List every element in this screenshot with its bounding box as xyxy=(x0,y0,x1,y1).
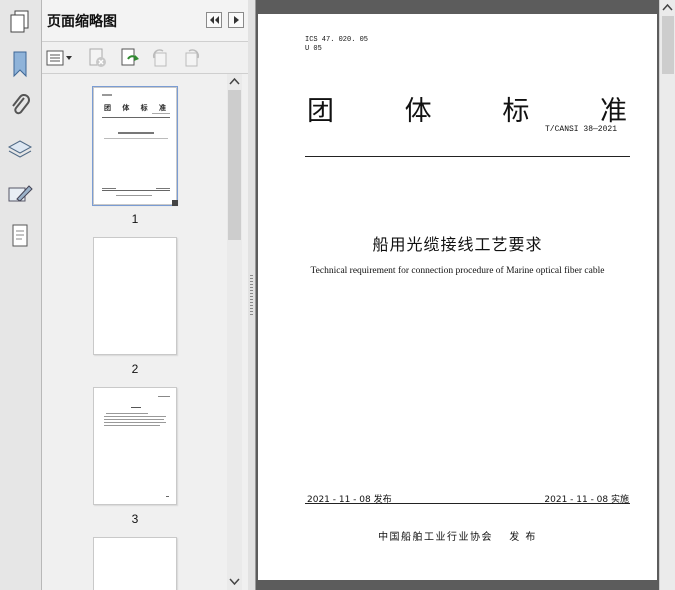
signatures-icon[interactable] xyxy=(4,178,36,210)
rotate-right-icon xyxy=(185,49,200,67)
ics-code: ICS 47. 020. 05 xyxy=(305,36,369,44)
thumbnail-label-3: 3 xyxy=(131,512,139,526)
next-panel-button[interactable] xyxy=(228,12,244,28)
doc-scroll-up-icon xyxy=(662,3,673,11)
thumbnail-list: 团体标准 1 2 3 xyxy=(42,74,248,590)
panel-toolbar xyxy=(42,42,248,74)
thumbnail-scrollbar-thumb[interactable] xyxy=(228,90,241,240)
scroll-up-icon xyxy=(229,77,240,85)
navigation-rail xyxy=(0,0,42,590)
list-options-icon xyxy=(46,50,72,66)
page-thumbnail-1[interactable]: 团体标准 xyxy=(92,86,178,206)
title-english: Technical requirement for connection pro… xyxy=(310,266,605,276)
options-menu-button[interactable] xyxy=(46,47,74,69)
document-header: 团 体 标 准 xyxy=(307,96,627,127)
panel-header: 页面缩略图 xyxy=(42,0,248,42)
page-thumbnails-icon[interactable] xyxy=(4,6,36,38)
document-view: ICS 47. 020. 05 U 05 团 体 标 准 T/CANSI 38—… xyxy=(256,0,659,590)
extract-page-button[interactable] xyxy=(119,47,141,69)
double-chevron-left-icon xyxy=(210,16,219,24)
document-scrollbar[interactable] xyxy=(659,0,675,590)
standard-number: T/CANSI 38—2021 xyxy=(545,125,618,134)
delete-page-button[interactable] xyxy=(86,47,108,69)
panel-title: 页面缩略图 xyxy=(47,14,117,30)
thumbnail-label-2: 2 xyxy=(131,362,139,376)
attachments-icon[interactable] xyxy=(4,90,36,122)
class-code: U 05 xyxy=(305,45,322,53)
header-rule xyxy=(305,156,630,157)
page-thumbnail-4[interactable] xyxy=(93,537,177,590)
chevron-right-icon xyxy=(234,16,239,24)
bookmarks-icon[interactable] xyxy=(4,48,36,80)
scroll-down-icon xyxy=(229,578,240,586)
thumbnail-scrollbar[interactable] xyxy=(227,74,242,590)
layers-icon[interactable] xyxy=(4,134,36,166)
page-thumbnail-2[interactable] xyxy=(93,237,177,355)
thumbnail-label-1: 1 xyxy=(131,212,139,226)
delete-page-icon xyxy=(89,48,106,67)
extract-page-icon xyxy=(121,48,139,66)
rotate-left-button[interactable] xyxy=(149,47,171,69)
collapse-panel-button[interactable] xyxy=(206,12,222,28)
splitter-grip[interactable] xyxy=(250,275,253,317)
rotate-left-icon xyxy=(152,49,167,67)
document-page: ICS 47. 020. 05 U 05 团 体 标 准 T/CANSI 38—… xyxy=(258,14,657,580)
panel-splitter[interactable] xyxy=(248,0,256,590)
footer-rule xyxy=(305,503,630,504)
document-scrollbar-thumb[interactable] xyxy=(662,16,674,74)
title-chinese: 船用光缆接线工艺要求 xyxy=(372,235,543,254)
thumbnails-panel: 页面缩略图 团体标准 1 2 3 xyxy=(42,0,248,590)
page-content-icon[interactable] xyxy=(4,220,36,252)
publisher: 中国船舶工业行业协会 发 布 xyxy=(378,532,537,543)
page-thumbnail-3[interactable] xyxy=(93,387,177,505)
rotate-right-button[interactable] xyxy=(181,47,203,69)
